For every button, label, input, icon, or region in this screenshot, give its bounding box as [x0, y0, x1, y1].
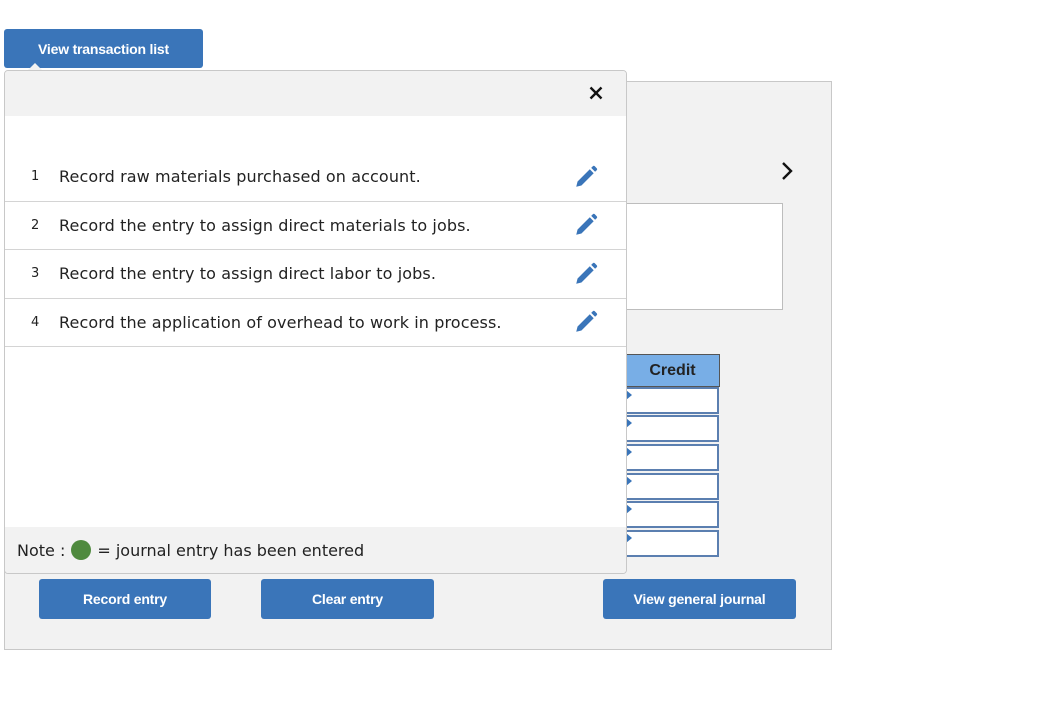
legend-note: Note : = journal entry has been entered: [5, 527, 626, 573]
pencil-edit-icon[interactable]: [573, 309, 599, 335]
transaction-number: 1: [31, 169, 40, 185]
transaction-number: 2: [31, 217, 40, 233]
transaction-description-box: [600, 203, 783, 310]
next-transaction-button[interactable]: [775, 157, 799, 185]
transaction-row[interactable]: 2 Record the entry to assign direct mate…: [5, 202, 626, 250]
transaction-text: Record raw materials purchased on accoun…: [59, 167, 421, 187]
transaction-text: Record the application of overhead to wo…: [59, 312, 502, 332]
close-icon: [589, 86, 603, 100]
credit-input[interactable]: [626, 415, 719, 442]
transaction-number: 4: [31, 314, 40, 330]
record-entry-button[interactable]: Record entry: [39, 579, 211, 619]
close-popup-button[interactable]: [584, 81, 608, 105]
transaction-list: 1 Record raw materials purchased on acco…: [5, 153, 626, 347]
transaction-number: 3: [31, 266, 40, 282]
pencil-edit-icon[interactable]: [573, 164, 599, 190]
credit-input[interactable]: [626, 501, 719, 528]
credit-input[interactable]: [626, 473, 719, 500]
clear-entry-button[interactable]: Clear entry: [261, 579, 434, 619]
pencil-edit-icon[interactable]: [573, 261, 599, 287]
transaction-row[interactable]: 3 Record the entry to assign direct labo…: [5, 250, 626, 299]
credit-column-header: Credit: [626, 354, 720, 387]
chevron-right-icon: [782, 162, 793, 180]
credit-input[interactable]: [626, 387, 719, 414]
transaction-row[interactable]: 4 Record the application of overhead to …: [5, 299, 626, 347]
note-prefix: Note :: [17, 540, 66, 560]
transaction-list-popup: 1 Record raw materials purchased on acco…: [4, 70, 627, 574]
popup-header: [5, 71, 626, 116]
transaction-row[interactable]: 1 Record raw materials purchased on acco…: [5, 153, 626, 202]
credit-input[interactable]: [626, 444, 719, 471]
pencil-edit-icon[interactable]: [573, 212, 599, 238]
view-general-journal-button[interactable]: View general journal: [603, 579, 796, 619]
transaction-text: Record the entry to assign direct labor …: [59, 264, 437, 284]
entered-status-dot-icon: [71, 540, 92, 560]
transaction-text: Record the entry to assign direct materi…: [59, 215, 471, 235]
note-text: = journal entry has been entered: [97, 540, 365, 560]
credit-input[interactable]: [626, 530, 719, 557]
